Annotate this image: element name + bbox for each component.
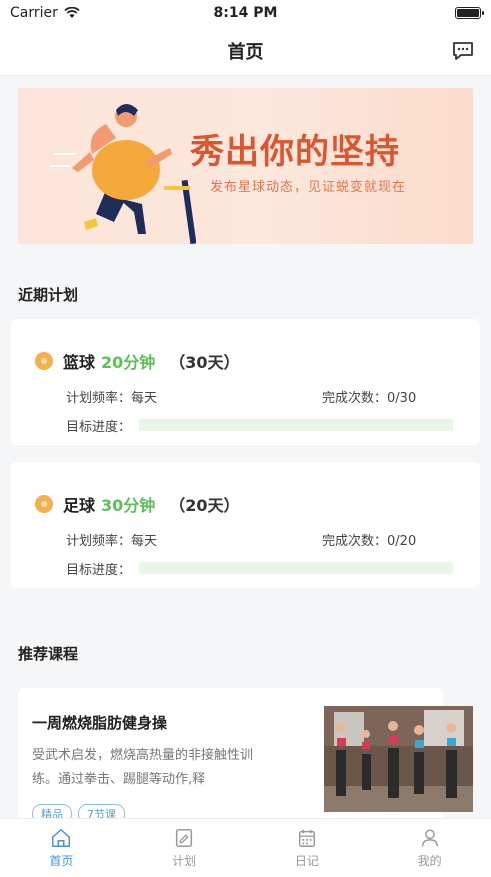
plan-days: （30天）: [169, 353, 240, 372]
tab-plan[interactable]: 计划: [123, 819, 246, 877]
plan-name: 足球: [63, 496, 96, 515]
tab-label: 日记: [294, 854, 319, 868]
wifi-icon: [64, 7, 80, 18]
progress-bar: [139, 419, 453, 431]
plan-completion-count: 完成次数：0/20: [322, 530, 416, 549]
basketball-icon: [35, 352, 53, 370]
frequency-label: 计划频率：: [66, 534, 132, 549]
count-value: 0/20: [387, 534, 417, 549]
message-icon[interactable]: [451, 39, 475, 63]
banner-headline: 秀出你的坚持: [190, 132, 400, 172]
frequency-value: 每天: [131, 534, 158, 549]
football-icon: [35, 495, 53, 513]
tab-label: 计划: [172, 854, 197, 868]
plan-card[interactable]: 足球 30分钟 （20天） 计划频率：每天 完成次数：0/20 目标进度：: [11, 462, 480, 588]
plan-minutes: 20分钟: [101, 353, 156, 372]
progress-label: 目标进度：: [66, 563, 132, 578]
promo-banner[interactable]: 秀出你的坚持 发布星球动态，见证蜕变就现在: [18, 88, 473, 244]
page-title: 首页: [227, 41, 264, 63]
frequency-value: 每天: [131, 391, 158, 406]
carrier-label: Carrier: [10, 5, 58, 21]
tab-mine[interactable]: 我的: [368, 819, 491, 877]
runner-illustration: [50, 104, 196, 244]
progress-bar: [139, 562, 453, 574]
tab-label: 我的: [417, 854, 442, 868]
course-title: 一周燃烧脂肪健身操: [32, 714, 168, 732]
plan-completion-count: 完成次数：0/30: [322, 387, 416, 406]
tab-label: 首页: [49, 854, 74, 868]
plan-card[interactable]: 篮球 20分钟 （30天） 计划频率：每天 完成次数：0/30 目标进度：: [11, 319, 480, 445]
calendar-icon: [298, 829, 315, 847]
tab-diary[interactable]: 日记: [246, 819, 369, 877]
home-icon: [52, 829, 71, 847]
plan-frequency: 计划频率：每天: [66, 530, 157, 549]
recommended-heading: 推荐课程: [18, 645, 79, 663]
status-bar: Carrier 8:14 PM: [0, 0, 491, 26]
recent-plans-heading: 近期计划: [18, 286, 79, 304]
plan-minutes: 30分钟: [101, 496, 156, 515]
plan-header: 篮球 20分钟 （30天）: [35, 349, 240, 373]
course-description: 受武术启发，燃烧高热量的非接触性训练。通过拳击、踢腿等动作,释: [32, 748, 254, 787]
frequency-label: 计划频率：: [66, 391, 132, 406]
plan-days: （20天）: [169, 496, 240, 515]
course-thumbnail[interactable]: [324, 706, 473, 812]
count-value: 0/30: [387, 391, 417, 406]
progress-label: 目标进度：: [66, 420, 132, 435]
person-icon: [421, 829, 438, 847]
battery-icon: [455, 7, 484, 19]
tab-home[interactable]: 首页: [0, 819, 123, 877]
nav-bar: 首页: [0, 26, 491, 76]
plan-frequency: 计划频率：每天: [66, 387, 157, 406]
status-left: Carrier: [10, 5, 80, 21]
plan-header: 足球 30分钟 （20天）: [35, 492, 240, 516]
banner-subtitle: 发布星球动态，见证蜕变就现在: [210, 180, 407, 195]
count-label: 完成次数：: [322, 391, 388, 406]
count-label: 完成次数：: [322, 534, 388, 549]
plan-name: 篮球: [63, 353, 96, 372]
plan-icon: [176, 829, 193, 847]
tab-bar: 首页 计划 日记 我的: [0, 818, 491, 877]
